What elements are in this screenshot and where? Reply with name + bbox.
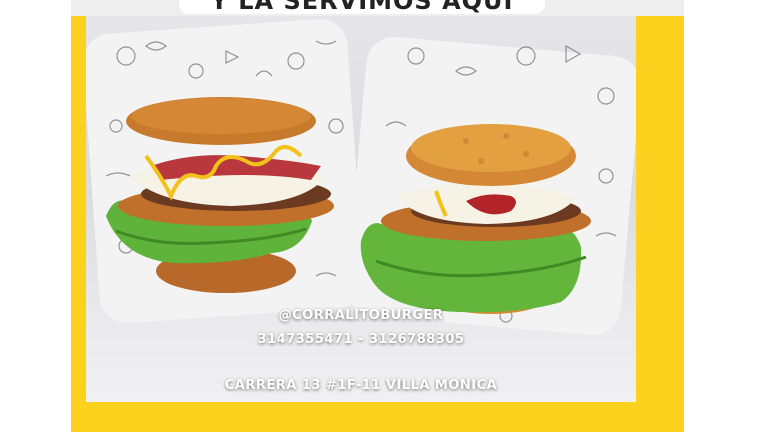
phone-numbers: 3147355471 - 3126788305 <box>257 332 465 347</box>
banner-text: Y LA SERVIMOS AQUÍ <box>210 0 514 14</box>
promo-poster: Y LA SERVIMOS AQUÍ @CORRALITOBURGER 3147… <box>71 0 684 432</box>
right-burger <box>360 124 591 314</box>
burger-photo: @CORRALITOBURGER 3147355471 - 3126788305… <box>86 16 636 402</box>
address: CARRERA 13 #1F-11 VILLA MONICA <box>224 378 498 393</box>
instagram-handle: @CORRALITOBURGER <box>278 308 444 323</box>
left-burger <box>106 97 334 293</box>
banner: Y LA SERVIMOS AQUÍ <box>179 0 545 14</box>
